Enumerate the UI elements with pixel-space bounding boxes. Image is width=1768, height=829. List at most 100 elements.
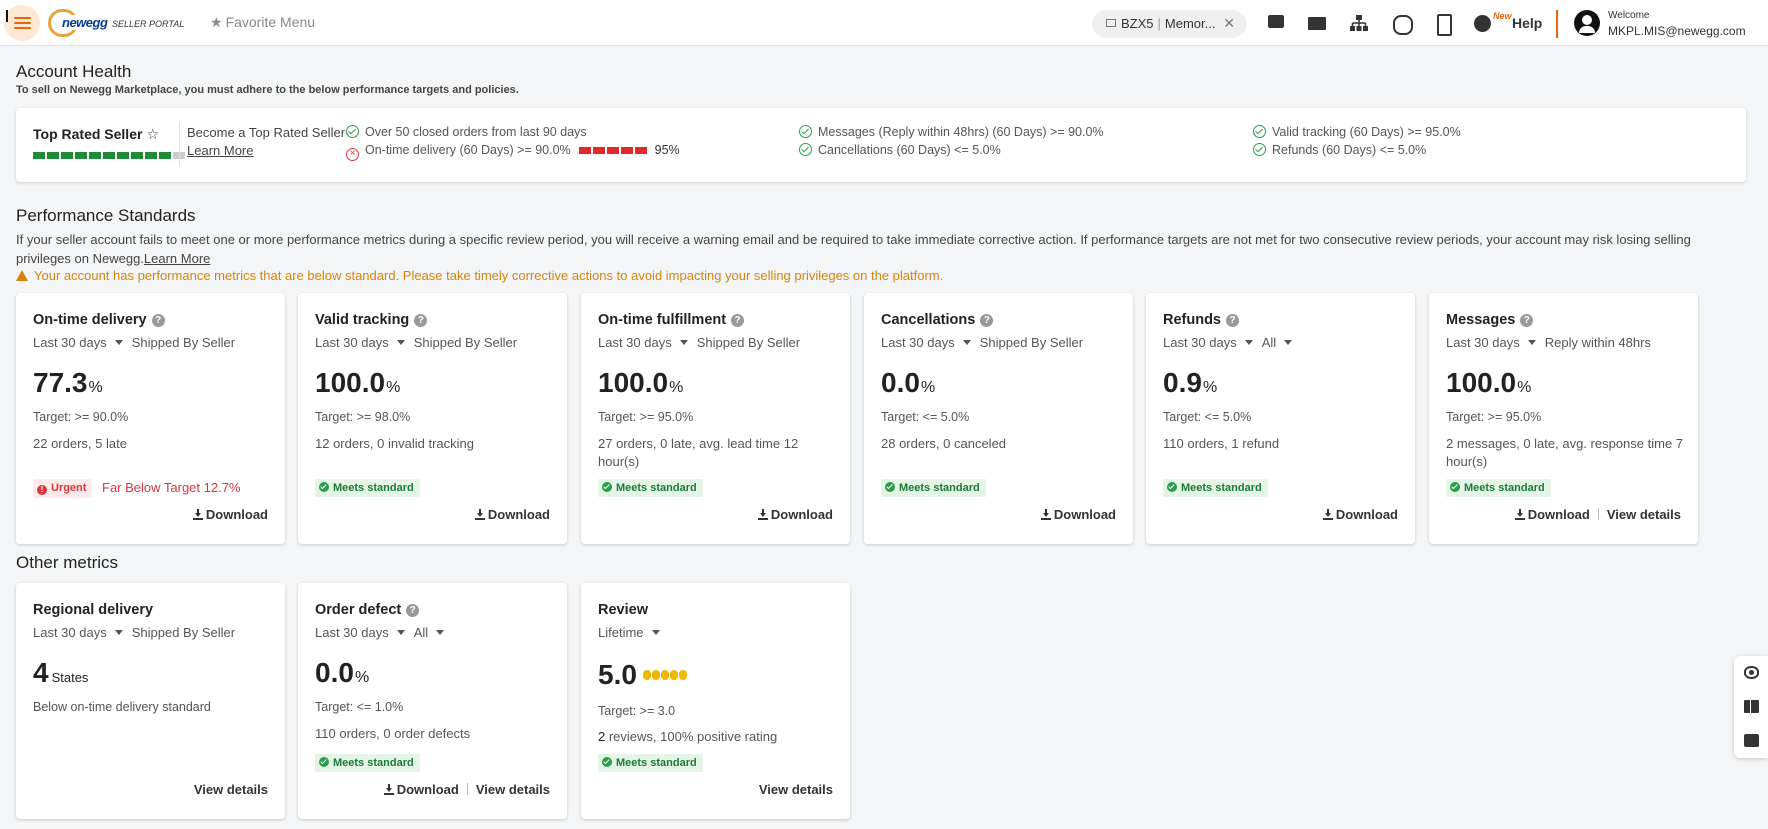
caret-down-icon[interactable] [114,340,123,345]
help-circle-icon[interactable]: ? [980,314,994,327]
view-details-button[interactable]: View details [759,782,833,797]
book-icon[interactable] [1744,700,1759,713]
eye-icon[interactable] [1744,666,1759,679]
header-divider [1556,10,1558,38]
caret-down-icon[interactable] [962,340,971,345]
card-filters: Last 30 days All [1163,335,1301,350]
period-dropdown[interactable]: Last 30 days [1446,335,1520,350]
download-button[interactable]: Download [474,507,550,522]
card-title: Order defect? [315,602,420,618]
caret-down-icon[interactable] [1244,340,1253,345]
newegg-logo[interactable]: newegg SELLER PORTAL [48,9,184,37]
metric-detail: Below on-time delivery standard [33,700,211,714]
chat-icon[interactable] [1267,14,1285,32]
learn-more-link[interactable]: Learn More [144,251,210,266]
download-label: Download [1527,507,1590,522]
mouse-cursor-icon [6,10,14,22]
globe-icon[interactable] [1392,14,1413,35]
favorite-menu[interactable]: ★ Favorite Menu [210,14,315,31]
metric-unit: % [1517,379,1532,396]
card-title-text: Order defect [315,602,402,618]
caret-down-icon[interactable] [396,630,405,635]
check-circle-icon [885,482,895,492]
sitemap-icon[interactable] [1350,14,1368,32]
period-dropdown[interactable]: Last 30 days [315,625,389,640]
check-circle-icon [1253,143,1266,156]
favorite-menu-label: Favorite Menu [225,14,316,30]
close-icon[interactable]: ✕ [1223,15,1235,32]
period-dropdown[interactable]: Lifetime [598,625,644,640]
caret-down-icon[interactable] [651,630,660,635]
help-circle-icon[interactable]: ? [414,314,428,327]
meets-standard-badge: Meets standard [1446,479,1551,497]
scope-label: Shipped By Seller [131,335,236,350]
logo-text: newegg [60,15,110,30]
card-title: On-time fulfillment? [598,312,745,328]
below-target-note: Far Below Target 12.7% [102,480,241,495]
mobile-download-icon[interactable] [1434,14,1452,36]
download-button[interactable]: Download [1514,507,1590,522]
metric-unit: % [354,669,370,686]
help-circle-icon[interactable]: ? [731,314,745,327]
scope-dropdown[interactable]: All [414,625,428,640]
metric-value: 5.0 [598,659,687,691]
user-email[interactable]: MKPL.MIS@newegg.com [1608,24,1746,38]
download-button[interactable]: Download [1040,507,1116,522]
period-dropdown[interactable]: Last 30 days [33,335,107,350]
period-dropdown[interactable]: Last 30 days [1163,335,1237,350]
store-selector[interactable]: BZX5 | Memor... ✕ [1092,10,1247,38]
download-button[interactable]: Download [383,782,459,797]
card-title: Review [598,602,648,618]
badge-label: Meets standard [333,757,414,769]
mail-icon[interactable] [1308,14,1326,32]
card-filters: Last 30 days Shipped By Seller [598,335,800,350]
help-circle-icon[interactable]: ? [406,604,420,617]
period-dropdown[interactable]: Last 30 days [315,335,389,350]
download-button[interactable]: Download [1322,507,1398,522]
metric-value: 0.0% [315,657,369,689]
caret-down-icon[interactable] [396,340,405,345]
check-circle-icon [346,125,359,138]
top-rated-seller-label: Top Rated Seller [33,126,143,142]
download-button[interactable]: Download [757,507,833,522]
caret-down-icon[interactable] [1284,340,1293,345]
caret-down-icon[interactable] [679,340,688,345]
criterion-cancellations: Cancellations (60 Days) <= 5.0% [799,143,1001,157]
other-metrics-title: Other metrics [16,553,119,572]
new-badge: New [1493,11,1512,21]
criterion-label: Messages (Reply within 48hrs) (60 Days) … [818,125,1104,139]
help-circle-icon[interactable]: ? [1520,314,1534,327]
period-dropdown[interactable]: Last 30 days [33,625,107,640]
help-reddit-icon[interactable] [1474,14,1492,32]
card-title: Regional delivery [33,602,154,618]
card-actions: View details [194,782,268,797]
help-circle-icon[interactable]: ? [151,314,165,327]
badge-label: Urgent [51,482,87,494]
caret-down-icon[interactable] [1527,340,1536,345]
help-link[interactable]: Help [1512,15,1542,31]
criterion-messages: Messages (Reply within 48hrs) (60 Days) … [799,125,1104,139]
rating-star-icon [669,670,678,680]
download-button[interactable]: Download [192,507,268,522]
learn-more-link[interactable]: Learn More [187,143,253,158]
caret-down-icon[interactable] [436,630,445,635]
download-icon [192,509,203,520]
help-circle-icon[interactable]: ? [1226,314,1239,327]
download-icon [1514,509,1525,520]
caret-down-icon[interactable] [114,630,123,635]
metric-card-on-time-fulfillment: On-time fulfillment? Last 30 days Shipped… [581,293,850,544]
account-circle-icon[interactable] [1574,10,1600,36]
account-health-title: Account Health [16,62,132,81]
scope-dropdown[interactable]: All [1262,335,1276,350]
view-details-button[interactable]: View details [194,782,268,797]
period-dropdown[interactable]: Last 30 days [881,335,955,350]
card-title-text: Refunds [1163,312,1221,328]
check-circle-icon [602,757,612,767]
download-icon [1040,509,1051,520]
view-details-button[interactable]: View details [476,782,550,797]
top-rated-seller-title: Top Rated Seller ☆ [33,126,159,143]
feedback-icon[interactable] [1744,734,1759,747]
scope-label: Reply within 48hrs [1544,335,1651,350]
period-dropdown[interactable]: Last 30 days [598,335,672,350]
view-details-button[interactable]: View details [1607,507,1681,522]
